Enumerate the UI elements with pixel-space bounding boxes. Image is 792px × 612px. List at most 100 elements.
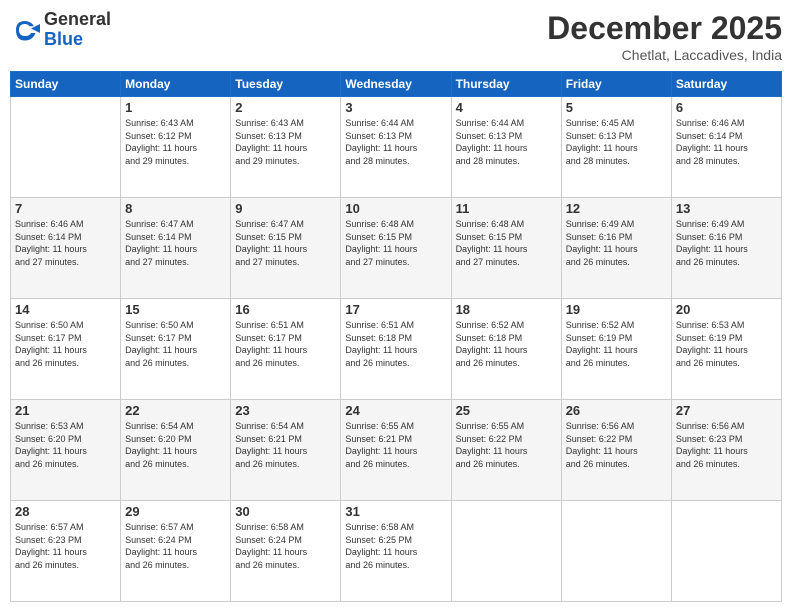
- table-row: 2 Sunrise: 6:43 AMSunset: 6:13 PMDaylight…: [231, 97, 341, 198]
- table-row: 13 Sunrise: 6:49 AMSunset: 6:16 PMDayligh…: [671, 198, 781, 299]
- table-row: 22Sunrise: 6:54 AMSunset: 6:20 PMDayligh…: [121, 400, 231, 501]
- day-info: Sunrise: 6:43 AMSunset: 6:13 PMDaylight:…: [235, 117, 336, 167]
- day-number: 19: [566, 302, 667, 317]
- table-row: 16 Sunrise: 6:51 AMSunset: 6:17 PMDayligh…: [231, 299, 341, 400]
- day-info: Sunrise: 6:58 AMSunset: 6:24 PMDaylight:…: [235, 521, 336, 571]
- table-row: [671, 501, 781, 602]
- page: General Blue December 2025 Chetlat, Lacc…: [0, 0, 792, 612]
- day-number: 17: [345, 302, 446, 317]
- day-info: Sunrise: 6:53 AMSunset: 6:20 PMDaylight:…: [15, 420, 116, 470]
- day-number: 29: [125, 504, 226, 519]
- title-block: December 2025 Chetlat, Laccadives, India: [547, 10, 782, 63]
- day-info: Sunrise: 6:48 AMSunset: 6:15 PMDaylight:…: [345, 218, 446, 268]
- col-friday: Friday: [561, 72, 671, 97]
- logo-text: General Blue: [44, 10, 111, 50]
- subtitle: Chetlat, Laccadives, India: [547, 47, 782, 63]
- day-number: 24: [345, 403, 446, 418]
- day-info: Sunrise: 6:47 AMSunset: 6:15 PMDaylight:…: [235, 218, 336, 268]
- day-info: Sunrise: 6:52 AMSunset: 6:18 PMDaylight:…: [456, 319, 557, 369]
- day-number: 11: [456, 201, 557, 216]
- table-row: 27Sunrise: 6:56 AMSunset: 6:23 PMDayligh…: [671, 400, 781, 501]
- table-row: 19 Sunrise: 6:52 AMSunset: 6:19 PMDayligh…: [561, 299, 671, 400]
- table-row: 3 Sunrise: 6:44 AMSunset: 6:13 PMDaylight…: [341, 97, 451, 198]
- table-row: 18 Sunrise: 6:52 AMSunset: 6:18 PMDayligh…: [451, 299, 561, 400]
- table-row: 24 Sunrise: 6:55 AMSunset: 6:21 PMDayligh…: [341, 400, 451, 501]
- table-row: 8 Sunrise: 6:47 AMSunset: 6:14 PMDaylight…: [121, 198, 231, 299]
- day-info: Sunrise: 6:49 AMSunset: 6:16 PMDaylight:…: [566, 218, 667, 268]
- day-info: Sunrise: 6:56 AMSunset: 6:23 PMDaylight:…: [676, 420, 777, 470]
- day-info: Sunrise: 6:45 AMSunset: 6:13 PMDaylight:…: [566, 117, 667, 167]
- table-row: 23 Sunrise: 6:54 AMSunset: 6:21 PMDayligh…: [231, 400, 341, 501]
- day-number: 18: [456, 302, 557, 317]
- day-info: Sunrise: 6:51 AMSunset: 6:18 PMDaylight:…: [345, 319, 446, 369]
- day-info: Sunrise: 6:49 AMSunset: 6:16 PMDaylight:…: [676, 218, 777, 268]
- table-row: 26Sunrise: 6:56 AMSunset: 6:22 PMDayligh…: [561, 400, 671, 501]
- day-number: 14: [15, 302, 116, 317]
- table-row: 21Sunrise: 6:53 AMSunset: 6:20 PMDayligh…: [11, 400, 121, 501]
- day-number: 13: [676, 201, 777, 216]
- day-number: 12: [566, 201, 667, 216]
- header: General Blue December 2025 Chetlat, Lacc…: [10, 10, 782, 63]
- day-number: 31: [345, 504, 446, 519]
- day-info: Sunrise: 6:50 AMSunset: 6:17 PMDaylight:…: [125, 319, 226, 369]
- day-number: 25: [456, 403, 557, 418]
- day-info: Sunrise: 6:44 AMSunset: 6:13 PMDaylight:…: [456, 117, 557, 167]
- day-number: 23: [235, 403, 336, 418]
- col-tuesday: Tuesday: [231, 72, 341, 97]
- logo-icon: [10, 15, 40, 45]
- day-info: Sunrise: 6:57 AMSunset: 6:23 PMDaylight:…: [15, 521, 116, 571]
- day-number: 28: [15, 504, 116, 519]
- day-number: 3: [345, 100, 446, 115]
- table-row: 1 Sunrise: 6:43 AMSunset: 6:12 PMDaylight…: [121, 97, 231, 198]
- calendar-week-2: 7Sunrise: 6:46 AMSunset: 6:14 PMDaylight…: [11, 198, 782, 299]
- day-info: Sunrise: 6:50 AMSunset: 6:17 PMDaylight:…: [15, 319, 116, 369]
- table-row: 4 Sunrise: 6:44 AMSunset: 6:13 PMDaylight…: [451, 97, 561, 198]
- col-thursday: Thursday: [451, 72, 561, 97]
- day-number: 15: [125, 302, 226, 317]
- day-number: 8: [125, 201, 226, 216]
- table-row: 20 Sunrise: 6:53 AMSunset: 6:19 PMDayligh…: [671, 299, 781, 400]
- calendar-week-1: 1 Sunrise: 6:43 AMSunset: 6:12 PMDaylight…: [11, 97, 782, 198]
- table-row: [561, 501, 671, 602]
- day-number: 30: [235, 504, 336, 519]
- table-row: 25 Sunrise: 6:55 AMSunset: 6:22 PMDayligh…: [451, 400, 561, 501]
- day-number: 10: [345, 201, 446, 216]
- day-info: Sunrise: 6:48 AMSunset: 6:15 PMDaylight:…: [456, 218, 557, 268]
- day-info: Sunrise: 6:53 AMSunset: 6:19 PMDaylight:…: [676, 319, 777, 369]
- day-info: Sunrise: 6:54 AMSunset: 6:20 PMDaylight:…: [125, 420, 226, 470]
- table-row: 30 Sunrise: 6:58 AMSunset: 6:24 PMDayligh…: [231, 501, 341, 602]
- day-info: Sunrise: 6:54 AMSunset: 6:21 PMDaylight:…: [235, 420, 336, 470]
- table-row: 7Sunrise: 6:46 AMSunset: 6:14 PMDaylight…: [11, 198, 121, 299]
- calendar-header-row: Sunday Monday Tuesday Wednesday Thursday…: [11, 72, 782, 97]
- day-info: Sunrise: 6:52 AMSunset: 6:19 PMDaylight:…: [566, 319, 667, 369]
- table-row: 12 Sunrise: 6:49 AMSunset: 6:16 PMDayligh…: [561, 198, 671, 299]
- day-number: 20: [676, 302, 777, 317]
- day-number: 16: [235, 302, 336, 317]
- table-row: 11 Sunrise: 6:48 AMSunset: 6:15 PMDayligh…: [451, 198, 561, 299]
- day-info: Sunrise: 6:55 AMSunset: 6:21 PMDaylight:…: [345, 420, 446, 470]
- logo: General Blue: [10, 10, 111, 50]
- day-info: Sunrise: 6:56 AMSunset: 6:22 PMDaylight:…: [566, 420, 667, 470]
- day-info: Sunrise: 6:57 AMSunset: 6:24 PMDaylight:…: [125, 521, 226, 571]
- calendar-week-4: 21Sunrise: 6:53 AMSunset: 6:20 PMDayligh…: [11, 400, 782, 501]
- col-wednesday: Wednesday: [341, 72, 451, 97]
- table-row: 5Sunrise: 6:45 AMSunset: 6:13 PMDaylight…: [561, 97, 671, 198]
- day-info: Sunrise: 6:46 AMSunset: 6:14 PMDaylight:…: [15, 218, 116, 268]
- col-saturday: Saturday: [671, 72, 781, 97]
- day-info: Sunrise: 6:43 AMSunset: 6:12 PMDaylight:…: [125, 117, 226, 167]
- day-info: Sunrise: 6:47 AMSunset: 6:14 PMDaylight:…: [125, 218, 226, 268]
- day-info: Sunrise: 6:44 AMSunset: 6:13 PMDaylight:…: [345, 117, 446, 167]
- day-number: 1: [125, 100, 226, 115]
- day-info: Sunrise: 6:51 AMSunset: 6:17 PMDaylight:…: [235, 319, 336, 369]
- table-row: [451, 501, 561, 602]
- day-number: 2: [235, 100, 336, 115]
- table-row: 17 Sunrise: 6:51 AMSunset: 6:18 PMDayligh…: [341, 299, 451, 400]
- day-info: Sunrise: 6:46 AMSunset: 6:14 PMDaylight:…: [676, 117, 777, 167]
- day-number: 4: [456, 100, 557, 115]
- day-info: Sunrise: 6:55 AMSunset: 6:22 PMDaylight:…: [456, 420, 557, 470]
- table-row: 9Sunrise: 6:47 AMSunset: 6:15 PMDaylight…: [231, 198, 341, 299]
- day-info: Sunrise: 6:58 AMSunset: 6:25 PMDaylight:…: [345, 521, 446, 571]
- table-row: 10 Sunrise: 6:48 AMSunset: 6:15 PMDayligh…: [341, 198, 451, 299]
- table-row: 28 Sunrise: 6:57 AMSunset: 6:23 PMDayligh…: [11, 501, 121, 602]
- calendar-table: Sunday Monday Tuesday Wednesday Thursday…: [10, 71, 782, 602]
